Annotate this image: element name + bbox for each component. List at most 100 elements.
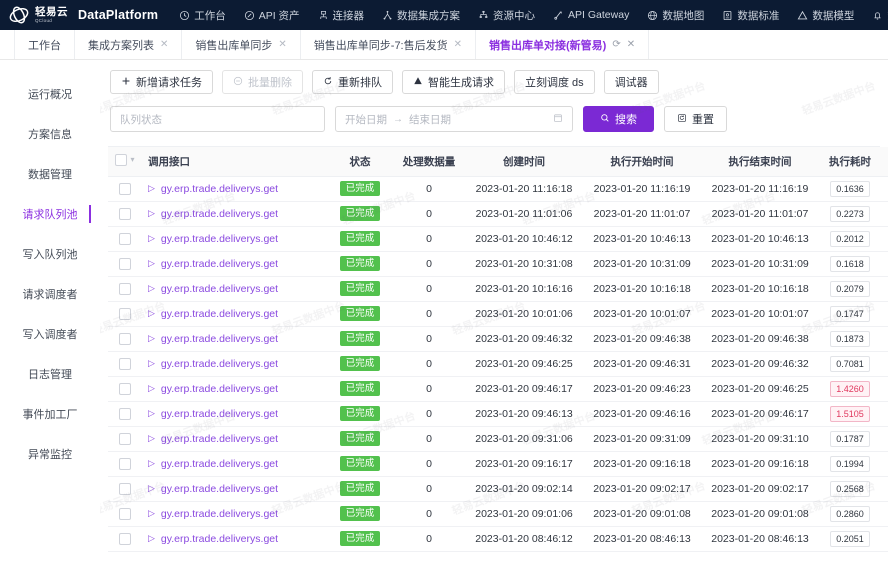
table-row[interactable]: ▷gy.erp.trade.deliverys.get已完成02023-01-2…: [108, 476, 888, 501]
row-checkbox[interactable]: [119, 483, 131, 495]
debugger-button[interactable]: 调试器: [604, 70, 659, 94]
expand-caret-icon[interactable]: ▷: [148, 208, 155, 219]
schedule-now-button[interactable]: 立刻调度 ds: [514, 70, 595, 94]
brand-logo[interactable]: 轻易云 QCloud DataPlatform: [8, 4, 158, 26]
api-link[interactable]: ▷gy.erp.trade.deliverys.get: [148, 233, 278, 245]
tab-sales-outbound-sync-7[interactable]: 销售出库单同步-7:售后发货 ✕: [301, 30, 476, 59]
search-button[interactable]: 搜索: [583, 106, 654, 132]
table-row[interactable]: ▷gy.erp.trade.deliverys.get已完成02023-01-2…: [108, 251, 888, 276]
requeue-button[interactable]: 重新排队: [312, 70, 393, 94]
sidebar-item-request-queue-pool[interactable]: 请求队列池: [0, 194, 100, 234]
batch-delete-button[interactable]: 批量删除: [222, 70, 303, 94]
sidebar-item-event-factory[interactable]: 事件加工厂: [0, 394, 100, 434]
nav-item-data-alert[interactable]: 数据: [863, 0, 888, 30]
smart-generate-request-button[interactable]: 智能生成请求: [402, 70, 505, 94]
reset-button[interactable]: 重置: [664, 106, 727, 132]
row-checkbox[interactable]: [119, 208, 131, 220]
nav-item-workbench[interactable]: 工作台: [170, 0, 235, 30]
row-checkbox[interactable]: [119, 258, 131, 270]
close-icon[interactable]: ✕: [454, 40, 462, 50]
nav-item-api-assets[interactable]: API 资产: [235, 0, 309, 30]
refresh-icon[interactable]: ⟳: [612, 40, 620, 50]
sidebar-item-data-management[interactable]: 数据管理: [0, 154, 100, 194]
close-icon[interactable]: ✕: [278, 40, 286, 50]
api-link[interactable]: ▷gy.erp.trade.deliverys.get: [148, 358, 278, 370]
api-link[interactable]: ▷gy.erp.trade.deliverys.get: [148, 458, 278, 470]
sidebar-item-exception-monitor[interactable]: 异常监控: [0, 434, 100, 474]
api-link[interactable]: ▷gy.erp.trade.deliverys.get: [148, 433, 278, 445]
date-range-picker[interactable]: 开始日期 → 结束日期: [335, 106, 573, 132]
api-link[interactable]: ▷gy.erp.trade.deliverys.get: [148, 533, 278, 545]
table-row[interactable]: ▷gy.erp.trade.deliverys.get已完成02023-01-2…: [108, 426, 888, 451]
row-checkbox[interactable]: [119, 358, 131, 370]
row-checkbox[interactable]: [119, 433, 131, 445]
close-icon[interactable]: ✕: [627, 40, 635, 50]
expand-caret-icon[interactable]: ▷: [148, 483, 155, 494]
table-row[interactable]: ▷gy.erp.trade.deliverys.get已完成02023-01-2…: [108, 451, 888, 476]
table-row[interactable]: ▷gy.erp.trade.deliverys.get已完成02023-01-2…: [108, 301, 888, 326]
api-link[interactable]: ▷gy.erp.trade.deliverys.get: [148, 383, 278, 395]
table-row[interactable]: ▷gy.erp.trade.deliverys.get已完成02023-01-2…: [108, 351, 888, 376]
row-checkbox[interactable]: [119, 458, 131, 470]
expand-caret-icon[interactable]: ▷: [148, 183, 155, 194]
expand-caret-icon[interactable]: ▷: [148, 283, 155, 294]
table-row[interactable]: ▷gy.erp.trade.deliverys.get已完成02023-01-2…: [108, 226, 888, 251]
expand-caret-icon[interactable]: ▷: [148, 433, 155, 444]
api-link[interactable]: ▷gy.erp.trade.deliverys.get: [148, 258, 278, 270]
api-link[interactable]: ▷gy.erp.trade.deliverys.get: [148, 483, 278, 495]
row-checkbox[interactable]: [119, 283, 131, 295]
table-row[interactable]: ▷gy.erp.trade.deliverys.get已完成02023-01-2…: [108, 376, 888, 401]
api-link[interactable]: ▷gy.erp.trade.deliverys.get: [148, 308, 278, 320]
api-link[interactable]: ▷gy.erp.trade.deliverys.get: [148, 408, 278, 420]
api-link[interactable]: ▷gy.erp.trade.deliverys.get: [148, 333, 278, 345]
api-link[interactable]: ▷gy.erp.trade.deliverys.get: [148, 283, 278, 295]
nav-item-data-integration[interactable]: 数据集成方案: [373, 0, 469, 30]
row-checkbox[interactable]: [119, 183, 131, 195]
expand-caret-icon[interactable]: ▷: [148, 458, 155, 469]
tab-sales-outbound-docking[interactable]: 销售出库单对接(新管易) ⟳ ✕: [476, 30, 649, 59]
row-checkbox[interactable]: [119, 533, 131, 545]
tab-sales-outbound-sync[interactable]: 销售出库单同步 ✕: [182, 30, 300, 59]
close-icon[interactable]: ✕: [160, 40, 168, 50]
expand-caret-icon[interactable]: ▷: [148, 308, 155, 319]
row-checkbox[interactable]: [119, 508, 131, 520]
nav-item-data-model[interactable]: 数据模型: [788, 0, 863, 30]
tab-workbench[interactable]: 工作台: [14, 30, 75, 59]
table-row[interactable]: ▷gy.erp.trade.deliverys.get已完成02023-01-2…: [108, 276, 888, 301]
nav-item-data-map[interactable]: 数据地图: [638, 0, 713, 30]
queue-status-select[interactable]: 队列状态: [110, 106, 325, 132]
table-row[interactable]: ▷gy.erp.trade.deliverys.get已完成02023-01-2…: [108, 501, 888, 526]
expand-caret-icon[interactable]: ▷: [148, 533, 155, 544]
sidebar-item-overview[interactable]: 运行概况: [0, 74, 100, 114]
expand-caret-icon[interactable]: ▷: [148, 233, 155, 244]
sidebar-item-plan-info[interactable]: 方案信息: [0, 114, 100, 154]
expand-caret-icon[interactable]: ▷: [148, 508, 155, 519]
select-all-checkbox[interactable]: [115, 154, 127, 166]
sidebar-item-log-management[interactable]: 日志管理: [0, 354, 100, 394]
nav-item-data-standard[interactable]: 数据标准: [713, 0, 788, 30]
expand-caret-icon[interactable]: ▷: [148, 258, 155, 269]
expand-caret-icon[interactable]: ▷: [148, 358, 155, 369]
sidebar-item-request-scheduler[interactable]: 请求调度者: [0, 274, 100, 314]
row-checkbox[interactable]: [119, 408, 131, 420]
api-link[interactable]: ▷gy.erp.trade.deliverys.get: [148, 183, 278, 195]
api-link[interactable]: ▷gy.erp.trade.deliverys.get: [148, 208, 278, 220]
sidebar-item-write-scheduler[interactable]: 写入调度者: [0, 314, 100, 354]
table-row[interactable]: ▷gy.erp.trade.deliverys.get已完成02023-01-2…: [108, 526, 888, 551]
expand-caret-icon[interactable]: ▷: [148, 408, 155, 419]
expand-caret-icon[interactable]: ▷: [148, 383, 155, 394]
sidebar-item-write-queue-pool[interactable]: 写入队列池: [0, 234, 100, 274]
chevron-down-icon[interactable]: ▾: [130, 155, 134, 164]
nav-item-resource-center[interactable]: 资源中心: [469, 0, 544, 30]
expand-caret-icon[interactable]: ▷: [148, 333, 155, 344]
row-checkbox[interactable]: [119, 383, 131, 395]
nav-item-api-gateway[interactable]: API Gateway: [544, 0, 638, 30]
table-row[interactable]: ▷gy.erp.trade.deliverys.get已完成02023-01-2…: [108, 326, 888, 351]
add-request-task-button[interactable]: 新增请求任务: [110, 70, 213, 94]
row-checkbox[interactable]: [119, 308, 131, 320]
nav-item-connector[interactable]: 连接器: [309, 0, 374, 30]
table-row[interactable]: ▷gy.erp.trade.deliverys.get已完成02023-01-2…: [108, 176, 888, 201]
api-link[interactable]: ▷gy.erp.trade.deliverys.get: [148, 508, 278, 520]
table-row[interactable]: ▷gy.erp.trade.deliverys.get已完成02023-01-2…: [108, 401, 888, 426]
tab-integration-list[interactable]: 集成方案列表 ✕: [75, 30, 182, 59]
